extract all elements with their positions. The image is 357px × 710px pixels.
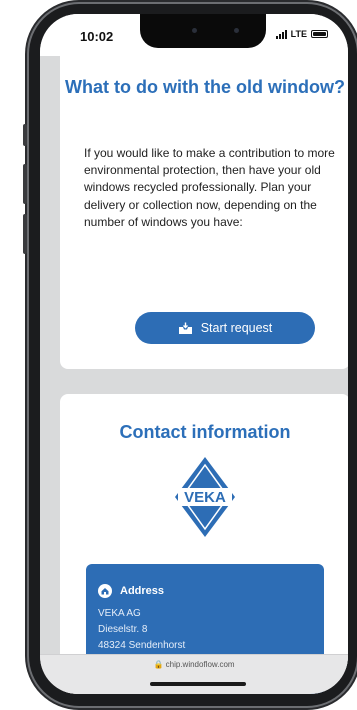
- url-display[interactable]: 🔒 chip.windoflow.com: [40, 660, 348, 669]
- status-time: 10:02: [80, 29, 114, 44]
- volume-down-button: [23, 214, 27, 254]
- sensor-icon: [234, 28, 239, 33]
- camera-icon: [192, 28, 197, 33]
- volume-up-button: [23, 164, 27, 204]
- start-request-button[interactable]: Start request: [135, 312, 315, 344]
- home-icon: [98, 584, 112, 598]
- inbox-icon: [178, 322, 192, 334]
- address-heading: Address: [98, 584, 312, 598]
- home-indicator[interactable]: [150, 682, 246, 686]
- recycle-title: What to do with the old window?: [65, 77, 345, 97]
- contact-card: Contact information VEKA Address VEKA AG…: [60, 394, 348, 694]
- recycle-card: What to do with the old window? If you w…: [60, 54, 348, 369]
- url-text: chip.windoflow.com: [165, 660, 235, 669]
- address-heading-label: Address: [120, 585, 165, 597]
- lock-icon: 🔒: [153, 660, 164, 669]
- browser-url-bar[interactable]: 🔒 chip.windoflow.com: [40, 654, 348, 694]
- status-bar: 10:02 LTE: [40, 14, 348, 56]
- status-indicators: LTE: [275, 29, 328, 39]
- signal-icon: [275, 29, 287, 39]
- recycle-description: If you would like to make a contribution…: [84, 146, 335, 229]
- address-line: 48324 Sendenhorst: [98, 640, 186, 651]
- network-label: LTE: [290, 29, 307, 39]
- phone-screen: 10:02 LTE What to do with the old window…: [40, 14, 348, 694]
- contact-title: Contact information: [119, 422, 291, 442]
- notch: [140, 14, 266, 48]
- address-line: Dieselstr. 8: [98, 624, 148, 635]
- battery-icon: [311, 30, 328, 38]
- address-line: VEKA AG: [98, 608, 141, 619]
- start-request-label: Start request: [200, 321, 273, 335]
- veka-logo-text: VEKA: [184, 489, 226, 506]
- veka-logo: VEKA: [175, 457, 235, 537]
- side-button: [23, 124, 27, 146]
